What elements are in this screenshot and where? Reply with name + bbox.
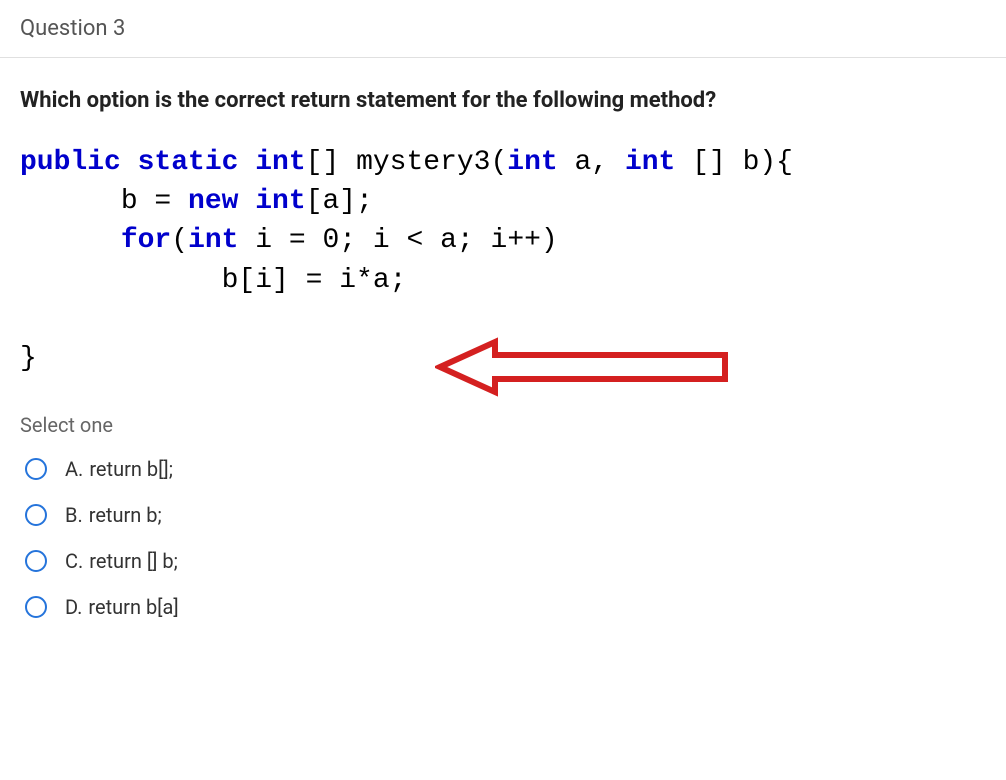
question-body: Which option is the correct return state…	[0, 58, 1006, 661]
code-kw: int	[625, 147, 675, 178]
option-label: C.return [] b;	[65, 549, 178, 573]
code-text: }	[20, 343, 37, 374]
select-one-label: Select one	[20, 413, 986, 437]
option-text: return b;	[89, 503, 162, 527]
code-text	[20, 225, 121, 256]
code-text: (	[171, 225, 188, 256]
option-letter: D.	[65, 595, 82, 619]
option-letter: A.	[65, 457, 83, 481]
code-kw: int	[507, 147, 557, 178]
option-a[interactable]: A.return b[];	[25, 457, 986, 481]
option-letter: B.	[65, 503, 83, 527]
code-kw: int	[188, 225, 238, 256]
question-header: Question 3	[0, 0, 1006, 58]
code-text: [a];	[306, 186, 373, 217]
option-text: return b[];	[89, 457, 173, 481]
radio-icon[interactable]	[25, 550, 47, 572]
option-c[interactable]: C.return [] b;	[25, 549, 986, 573]
option-d[interactable]: D.return b[a]	[25, 595, 986, 619]
option-text: return b[a]	[88, 595, 178, 619]
radio-icon[interactable]	[25, 458, 47, 480]
code-text: i = 0; i < a; i++)	[238, 225, 557, 256]
arrow-icon	[435, 298, 735, 410]
radio-icon[interactable]	[25, 504, 47, 526]
question-number: Question 3	[20, 16, 125, 41]
option-text: return [] b;	[89, 549, 178, 573]
option-b[interactable]: B.return b;	[25, 503, 986, 527]
option-label: B.return b;	[65, 503, 162, 527]
code-text: b[i] = i*a;	[20, 265, 406, 296]
radio-icon[interactable]	[25, 596, 47, 618]
code-kw: new int	[188, 186, 306, 217]
question-prompt: Which option is the correct return state…	[20, 88, 986, 113]
code-text: a,	[558, 147, 625, 178]
option-letter: C.	[65, 549, 83, 573]
code-text: b =	[20, 186, 188, 217]
option-label: A.return b[];	[65, 457, 173, 481]
code-kw: for	[121, 225, 171, 256]
options-list: A.return b[]; B.return b; C.return [] b;…	[20, 457, 986, 619]
code-text: [] mystery3(	[306, 147, 508, 178]
option-label: D.return b[a]	[65, 595, 179, 619]
code-kw: public static int	[20, 147, 306, 178]
code-text: [] b){	[675, 147, 793, 178]
code-block: public static int[] mystery3(int a, int …	[20, 143, 986, 378]
